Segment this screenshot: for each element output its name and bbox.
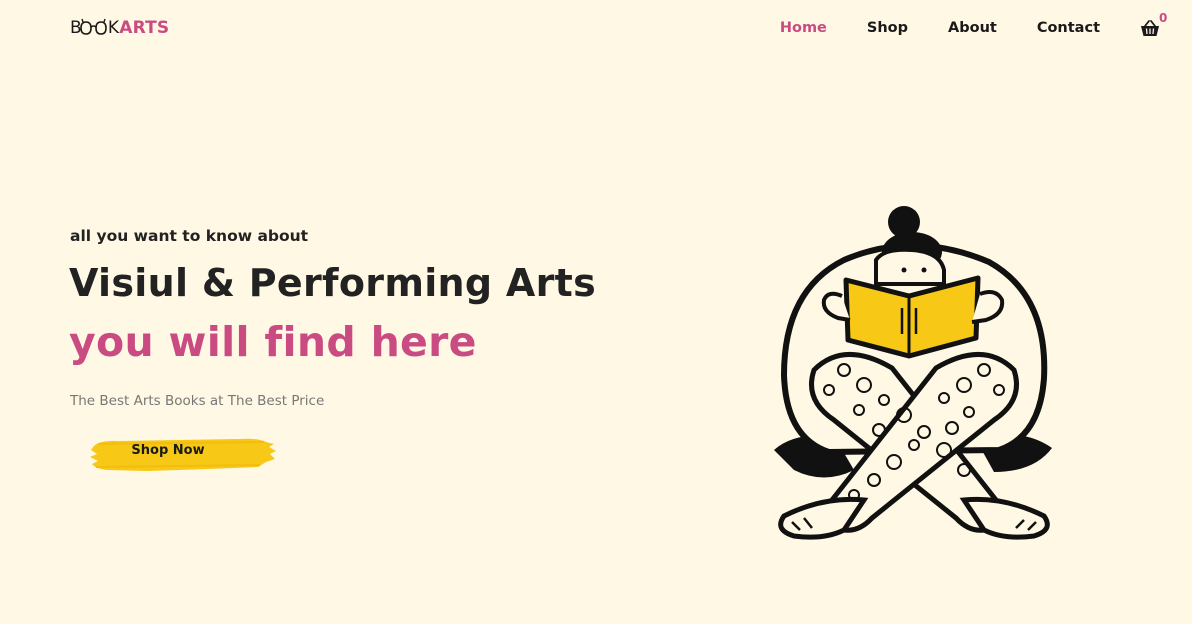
cart-count-badge: 0 bbox=[1159, 11, 1168, 25]
cart-button[interactable]: 0 bbox=[1140, 11, 1167, 39]
hero-eyebrow: all you want to know about bbox=[70, 227, 309, 245]
shop-now-button[interactable]: Shop Now bbox=[88, 432, 280, 474]
main-nav: Home Shop About Contact 0 bbox=[740, 11, 1167, 39]
hero-title: Visiul & Performing Arts bbox=[69, 261, 597, 305]
person-reading-book-illustration bbox=[774, 206, 1052, 540]
brand-logo[interactable]: B K ARTS bbox=[70, 16, 169, 40]
nav-about[interactable]: About bbox=[948, 20, 997, 36]
nav-contact[interactable]: Contact bbox=[1037, 20, 1100, 36]
glasses-icon bbox=[80, 18, 107, 35]
hero-title-accent: you will find here bbox=[69, 318, 477, 366]
landing-page: B K ARTS Home Shop About Contact 0 all y… bbox=[0, 0, 1192, 624]
basket-icon bbox=[1141, 20, 1159, 36]
shop-now-label: Shop Now bbox=[131, 443, 205, 458]
nav-home[interactable]: Home bbox=[780, 20, 827, 36]
hero-subtitle: The Best Arts Books at The Best Price bbox=[70, 393, 325, 409]
nav-shop[interactable]: Shop bbox=[867, 20, 908, 36]
logo-arts: ARTS bbox=[119, 18, 170, 38]
